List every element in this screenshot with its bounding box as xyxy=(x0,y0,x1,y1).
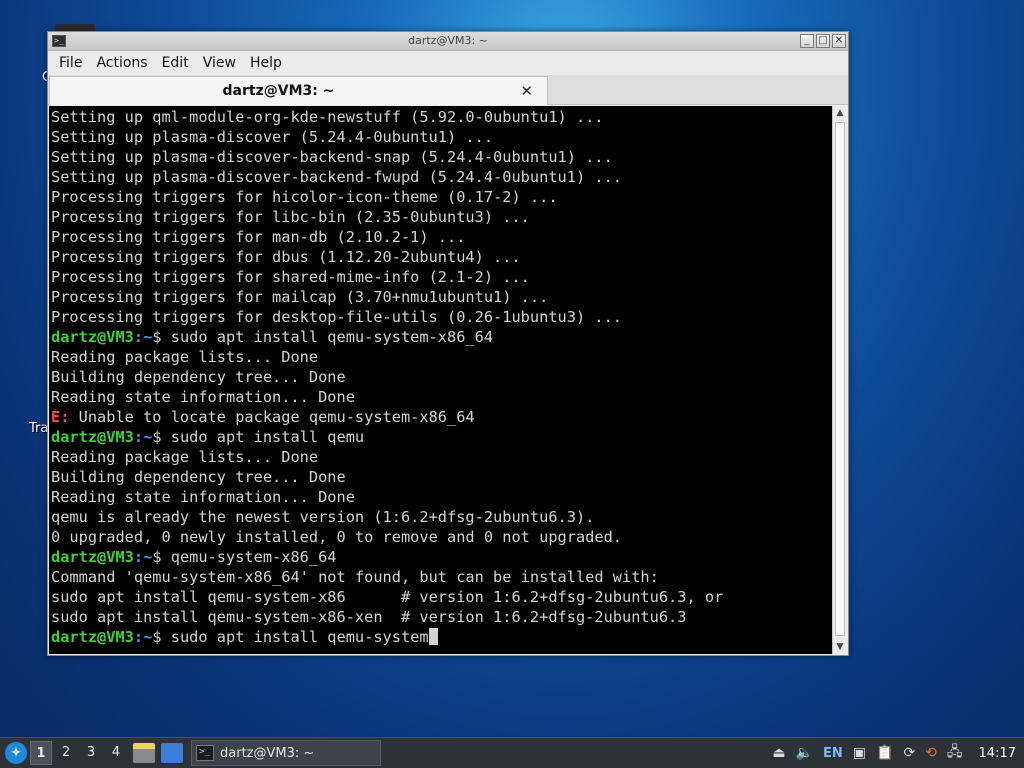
terminal-line: dartz@VM3:~$ sudo apt install qemu-syste… xyxy=(51,327,831,347)
workspace-1[interactable]: 1 xyxy=(30,741,52,765)
command-text: sudo apt install qemu-system-x86_64 xyxy=(170,328,494,346)
tab-label: dartz@VM3: ~ xyxy=(222,83,335,99)
menu-view[interactable]: View xyxy=(196,55,243,71)
prompt-user: dartz@VM3 xyxy=(51,628,134,646)
clock[interactable]: 14:17 xyxy=(979,746,1016,761)
terminal-line: Command 'qemu-system-x86_64' not found, … xyxy=(51,568,659,586)
command-text: qemu-system-x86_64 xyxy=(170,548,337,566)
terminal-line: Processing triggers for libc-bin (2.35-0… xyxy=(51,208,530,226)
prompt-path: :~ xyxy=(133,548,153,566)
terminal-line: Building dependency tree... Done xyxy=(51,468,346,486)
terminal-line: Setting up plasma-discover-backend-fwupd… xyxy=(51,168,622,186)
update-icon[interactable]: ⟳ xyxy=(903,745,915,761)
workspace-4[interactable]: 4 xyxy=(105,741,127,765)
terminal-line: Processing triggers for desktop-file-uti… xyxy=(51,308,622,326)
desktop-label-trash[interactable]: Tra xyxy=(29,421,48,436)
terminal-line: Processing triggers for dbus (1.12.20-2u… xyxy=(51,248,521,266)
system-tray: ⏏ 🔈 EN ▣ 📋 ⟳ ⟲ 🖧 14:17 xyxy=(772,741,1024,765)
prompt-symbol: $ xyxy=(152,328,171,346)
task-label: dartz@VM3: ~ xyxy=(220,745,315,761)
task-terminal-icon: >_ xyxy=(196,745,214,761)
taskbar: ✦ 1 2 3 4 >_ dartz@VM3: ~ ⏏ 🔈 EN ▣ 📋 ⟳ ⟲… xyxy=(0,737,1024,768)
prompt-path: :~ xyxy=(133,328,153,346)
terminal-line: Processing triggers for man-db (2.10.2-1… xyxy=(51,228,466,246)
network-icon[interactable]: ▣ xyxy=(853,745,866,761)
terminal-line: Reading package lists... Done xyxy=(51,448,319,466)
terminal-line: dartz@VM3:~$ sudo apt install qemu xyxy=(51,427,831,447)
terminal-line: Setting up plasma-discover (5.24.4-0ubun… xyxy=(51,128,494,146)
scroll-thumb[interactable] xyxy=(835,122,845,636)
terminal-line: sudo apt install qemu-system-x86 # versi… xyxy=(51,588,724,606)
menu-actions[interactable]: Actions xyxy=(89,55,154,71)
file-manager-icon[interactable] xyxy=(133,743,155,763)
tab-close-icon[interactable]: ✕ xyxy=(520,82,533,100)
command-text: sudo apt install qemu xyxy=(170,428,365,446)
terminal-line: dartz@VM3:~$ qemu-system-x86_64 xyxy=(51,547,831,567)
terminal-window: >_ dartz@VM3: ~ _ □ ✕ File Actions Edit … xyxy=(47,31,849,656)
terminal-scrollbar[interactable]: ▲ ▼ xyxy=(832,106,847,654)
terminal-line: Processing triggers for hicolor-icon-the… xyxy=(51,188,558,206)
terminal-line: Setting up plasma-discover-backend-snap … xyxy=(51,148,613,166)
scroll-up-arrow-icon[interactable]: ▲ xyxy=(833,106,847,120)
minimize-button[interactable]: _ xyxy=(800,34,814,48)
show-desktop-icon[interactable] xyxy=(161,743,183,763)
terminal-line: Setting up qml-module-org-kde-newstuff (… xyxy=(51,108,604,126)
prompt-path: :~ xyxy=(133,628,153,646)
prompt-symbol: $ xyxy=(152,428,171,446)
terminal-line: Reading state information... Done xyxy=(51,488,355,506)
window-titlebar[interactable]: >_ dartz@VM3: ~ _ □ ✕ xyxy=(48,32,848,51)
volume-icon[interactable]: 🔈 xyxy=(796,745,813,761)
prompt-user: dartz@VM3 xyxy=(51,328,134,346)
scroll-down-arrow-icon[interactable]: ▼ xyxy=(833,640,847,654)
prompt-symbol: $ xyxy=(152,628,171,646)
menu-help[interactable]: Help xyxy=(243,55,289,71)
eject-icon[interactable]: ⏏ xyxy=(772,745,785,761)
terminal-line: Reading state information... Done xyxy=(51,388,355,406)
terminal-line: sudo apt install qemu-system-x86-xen # v… xyxy=(51,608,687,626)
terminal-line: 0 upgraded, 0 newly installed, 0 to remo… xyxy=(51,528,622,546)
prompt-user: dartz@VM3 xyxy=(51,428,134,446)
text-cursor xyxy=(428,628,438,645)
prompt-user: dartz@VM3 xyxy=(51,548,134,566)
terminal-area[interactable]: Setting up qml-module-org-kde-newstuff (… xyxy=(49,106,847,654)
keyboard-layout[interactable]: EN xyxy=(823,746,843,761)
terminal-line: E: Unable to locate package qemu-system-… xyxy=(51,407,831,427)
current-input[interactable]: sudo apt install qemu-system xyxy=(171,628,429,646)
terminal-line: Building dependency tree... Done xyxy=(51,368,346,386)
prompt-symbol: $ xyxy=(152,548,171,566)
workspace-2[interactable]: 2 xyxy=(55,741,77,765)
tab-bar: dartz@VM3: ~ ✕ xyxy=(48,75,848,105)
terminal-line: dartz@VM3:~$ sudo apt install qemu-syste… xyxy=(51,627,831,647)
start-menu-icon[interactable]: ✦ xyxy=(5,742,27,764)
workspace-3[interactable]: 3 xyxy=(80,741,102,765)
menu-file[interactable]: File xyxy=(52,55,89,71)
terminal-line: Reading package lists... Done xyxy=(51,348,319,366)
close-button[interactable]: ✕ xyxy=(832,34,846,48)
error-text: Unable to locate package qemu-system-x86… xyxy=(69,408,475,426)
prompt-path: :~ xyxy=(133,428,153,446)
terminal-line: Processing triggers for shared-mime-info… xyxy=(51,268,530,286)
maximize-button[interactable]: □ xyxy=(816,34,830,48)
taskbar-task-terminal[interactable]: >_ dartz@VM3: ~ xyxy=(191,740,381,766)
clipboard-icon[interactable]: 📋 xyxy=(876,745,893,761)
menu-edit[interactable]: Edit xyxy=(155,55,196,71)
error-prefix: E: xyxy=(51,408,70,426)
terminal-line: qemu is already the newest version (1:6.… xyxy=(51,508,595,526)
terminal-line: Processing triggers for mailcap (3.70+nm… xyxy=(51,288,549,306)
terminal-output[interactable]: Setting up qml-module-org-kde-newstuff (… xyxy=(51,106,831,654)
network-manager-icon[interactable]: 🖧 xyxy=(947,741,963,765)
ubuntu-updates-icon[interactable]: ⟲ xyxy=(925,745,937,761)
window-title: dartz@VM3: ~ xyxy=(408,34,488,47)
menubar: File Actions Edit View Help xyxy=(48,51,848,75)
tab-terminal[interactable]: dartz@VM3: ~ ✕ xyxy=(49,76,548,105)
